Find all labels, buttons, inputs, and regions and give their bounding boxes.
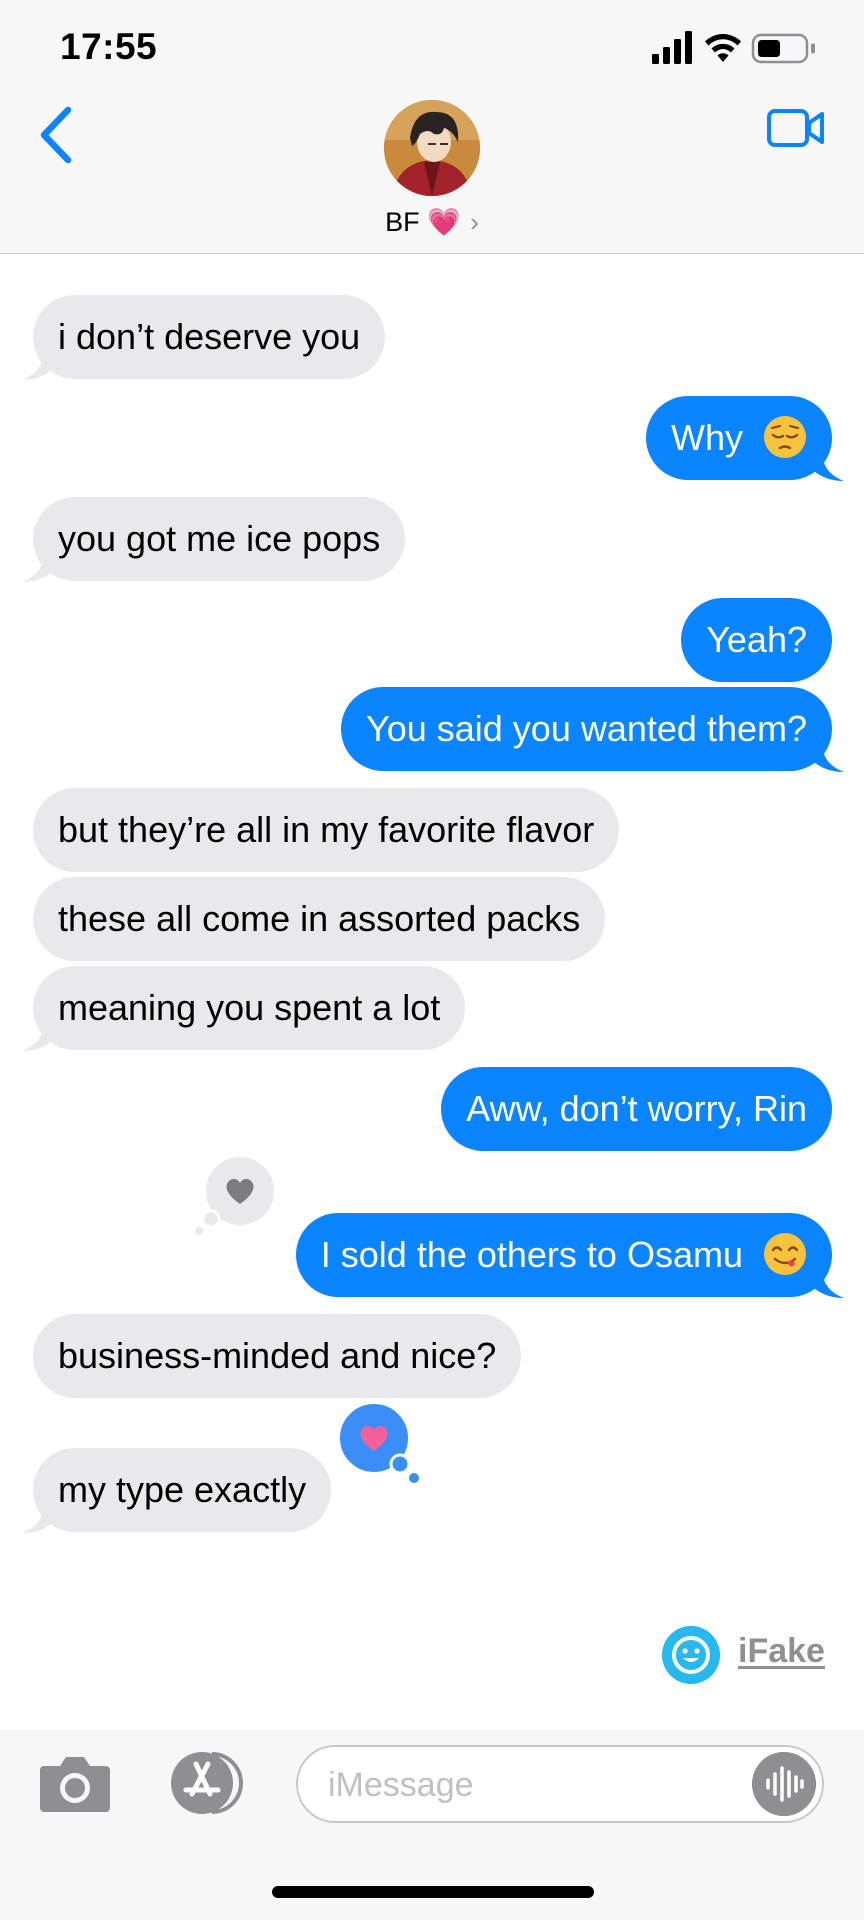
wifi-icon: [705, 34, 741, 62]
yum-face-emoji: [764, 1233, 806, 1276]
contact-avatar[interactable]: [384, 100, 480, 196]
message-text: i don’t deserve you: [58, 316, 361, 357]
message-text: Why: [670, 417, 743, 458]
imessage-input-field[interactable]: [296, 1745, 824, 1823]
battery-icon: [751, 33, 815, 64]
status-time: 17:55: [60, 26, 158, 67]
received-message-bubble[interactable]: you got me ice pops: [33, 497, 406, 581]
received-message-bubble[interactable]: my type exactly: [33, 1448, 332, 1532]
app-store-icon[interactable]: [162, 1750, 248, 1816]
bubble-tail: [814, 1268, 844, 1298]
cellular-signal-icon: [652, 31, 692, 64]
received-message-bubble[interactable]: meaning you spent a lot: [33, 966, 466, 1050]
message-text: meaning you spent a lot: [58, 987, 441, 1028]
message-text: business-minded and nice?: [58, 1335, 497, 1376]
ifake-logo-icon: [662, 1626, 720, 1684]
received-message-bubble[interactable]: but they’re all in my favorite flavor: [33, 788, 620, 872]
message-input[interactable]: [326, 1747, 730, 1823]
conversation-header: 17:55 BF 💗 ›: [0, 0, 864, 254]
message-text: Yeah?: [706, 619, 807, 660]
sent-message-bubble[interactable]: Why: [645, 396, 832, 480]
bubble-tail: [22, 1021, 52, 1051]
sent-message-bubble[interactable]: Yeah?: [681, 598, 832, 682]
sent-message-bubble[interactable]: Aww, don’t worry, Rin: [441, 1067, 832, 1151]
bubble-tail: [22, 350, 52, 380]
message-text: these all come in assorted packs: [58, 898, 581, 939]
ifake-watermark[interactable]: iFake: [738, 1632, 825, 1671]
message-text: you got me ice pops: [58, 518, 381, 559]
contact-name: BF: [385, 207, 420, 237]
bubble-tail: [22, 552, 52, 582]
message-text: Aww, don’t worry, Rin: [466, 1088, 807, 1129]
sent-message-bubble[interactable]: You said you wanted them?: [341, 687, 832, 771]
camera-icon[interactable]: [38, 1752, 112, 1814]
audio-waveform-icon[interactable]: [752, 1752, 816, 1816]
heart-reaction-badge[interactable]: [190, 1152, 280, 1238]
video-call-icon[interactable]: [766, 106, 826, 150]
contact-name-button[interactable]: BF 💗 ›: [0, 206, 864, 238]
sent-message-bubble[interactable]: I sold the others to Osamu: [295, 1213, 832, 1297]
message-text: You said you wanted them?: [366, 708, 807, 749]
status-icons: [652, 31, 815, 64]
received-message-bubble[interactable]: business-minded and nice?: [33, 1314, 522, 1398]
message-text: but they’re all in my favorite flavor: [58, 809, 595, 850]
received-message-bubble[interactable]: i don’t deserve you: [33, 295, 386, 379]
home-indicator: [272, 1886, 594, 1898]
bubble-tail: [22, 1503, 52, 1533]
contact-emoji: 💗: [427, 207, 461, 237]
received-message-bubble[interactable]: these all come in assorted packs: [33, 877, 606, 961]
bubble-tail: [814, 451, 844, 481]
heart-reaction-badge[interactable]: [334, 1400, 424, 1490]
avatar-illustration: [384, 100, 480, 196]
back-chevron-icon[interactable]: [34, 104, 78, 166]
message-text: my type exactly: [58, 1469, 307, 1510]
chevron-right-icon: ›: [470, 207, 479, 237]
message-text: I sold the others to Osamu: [320, 1234, 743, 1275]
bubble-tail: [814, 742, 844, 772]
pensive-face-emoji: [764, 416, 806, 459]
